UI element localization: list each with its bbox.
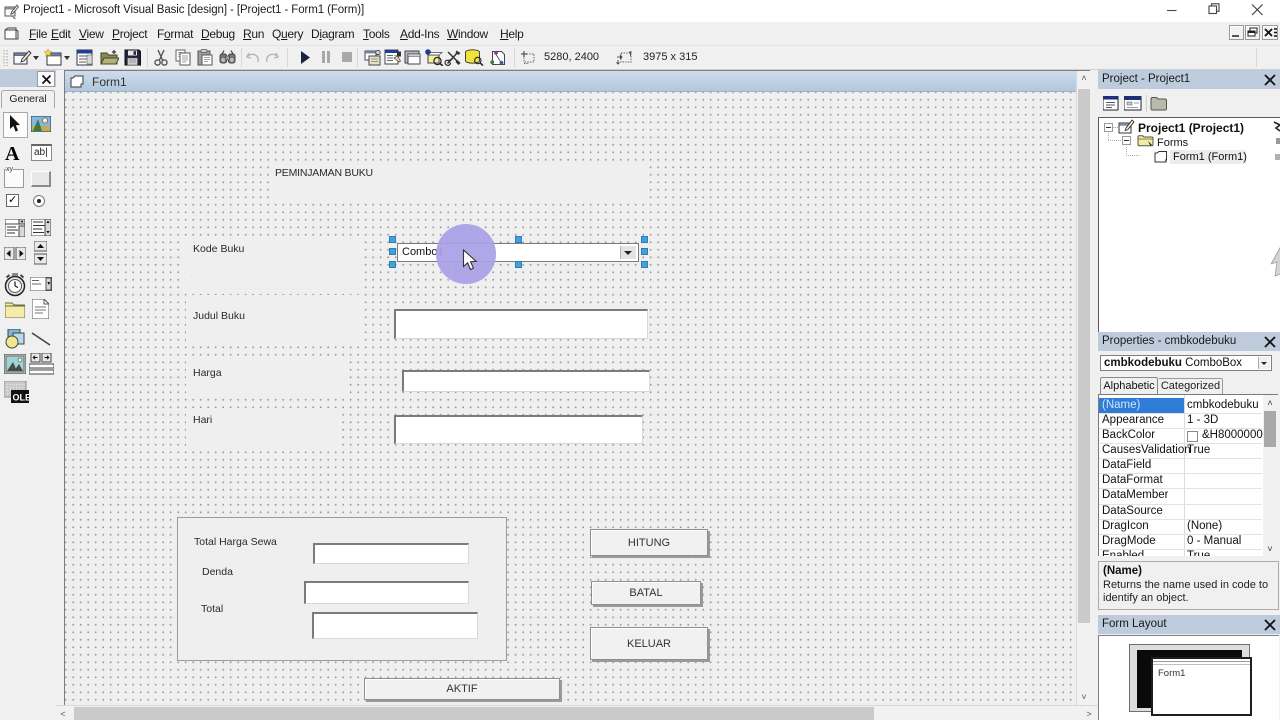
svg-text:OLE: OLE [13, 393, 30, 403]
